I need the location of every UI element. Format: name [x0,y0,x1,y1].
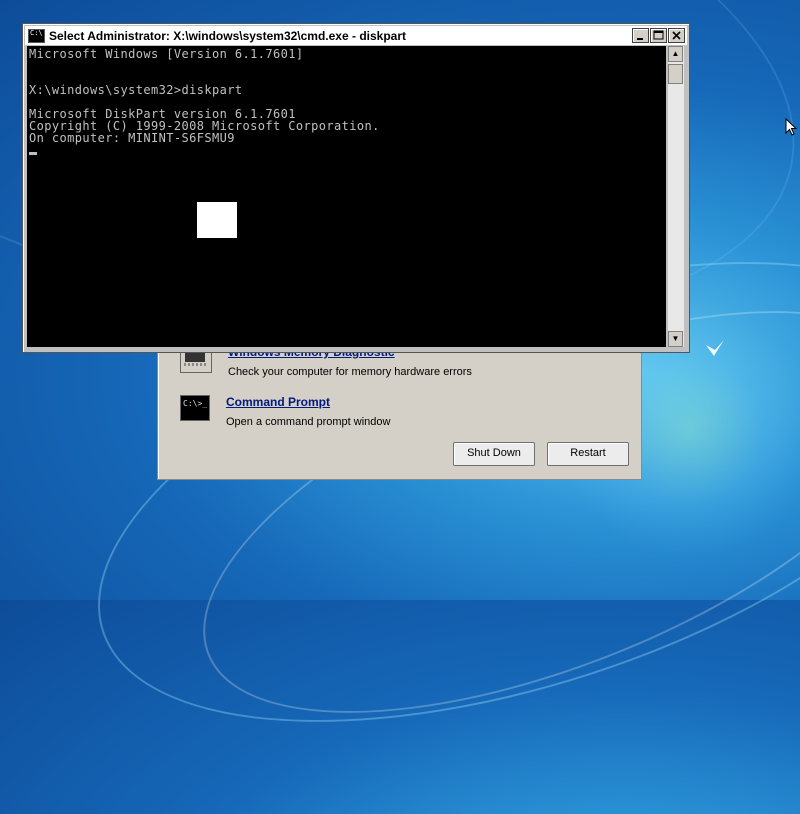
command-prompt-description: Open a command prompt window [226,416,391,428]
vertical-scrollbar[interactable]: ▲ ▼ [667,46,684,347]
cmd-window[interactable]: Select Administrator: X:\windows\system3… [22,23,690,353]
minimize-icon [637,38,643,40]
command-prompt-link[interactable]: Command Prompt [226,395,390,409]
white-rectangle [197,202,237,238]
console-line: Microsoft Windows [Version 6.1.7601] [29,47,304,61]
maximize-icon [653,30,664,40]
scroll-up-button[interactable]: ▲ [668,46,683,62]
restart-button[interactable]: Restart [547,442,629,466]
command-prompt-option[interactable]: C:\>_ Command Prompt Open a command prom… [180,395,390,428]
scroll-thumb[interactable] [668,64,683,84]
cmd-titlebar[interactable]: Select Administrator: X:\windows\system3… [25,26,687,45]
mouse-pointer-icon [785,118,797,136]
console-line: X:\windows\system32>diskpart [29,83,243,97]
close-icon [672,31,681,40]
close-button[interactable] [668,28,685,43]
text-cursor [29,152,37,155]
command-prompt-icon: C:\>_ [180,395,210,421]
scroll-down-button[interactable]: ▼ [668,331,683,347]
minimize-button[interactable] [632,28,649,43]
memory-diagnostic-description: Check your computer for memory hardware … [228,366,472,378]
console-output[interactable]: Microsoft Windows [Version 6.1.7601] X:\… [27,46,666,347]
maximize-button[interactable] [650,28,667,43]
console-line: On computer: MININT-S6FSMU9 [29,131,235,145]
shut-down-button[interactable]: Shut Down [453,442,535,466]
cmd-icon [28,28,45,43]
window-title: Select Administrator: X:\windows\system3… [49,28,406,43]
wallpaper-bird-icon [706,340,724,356]
